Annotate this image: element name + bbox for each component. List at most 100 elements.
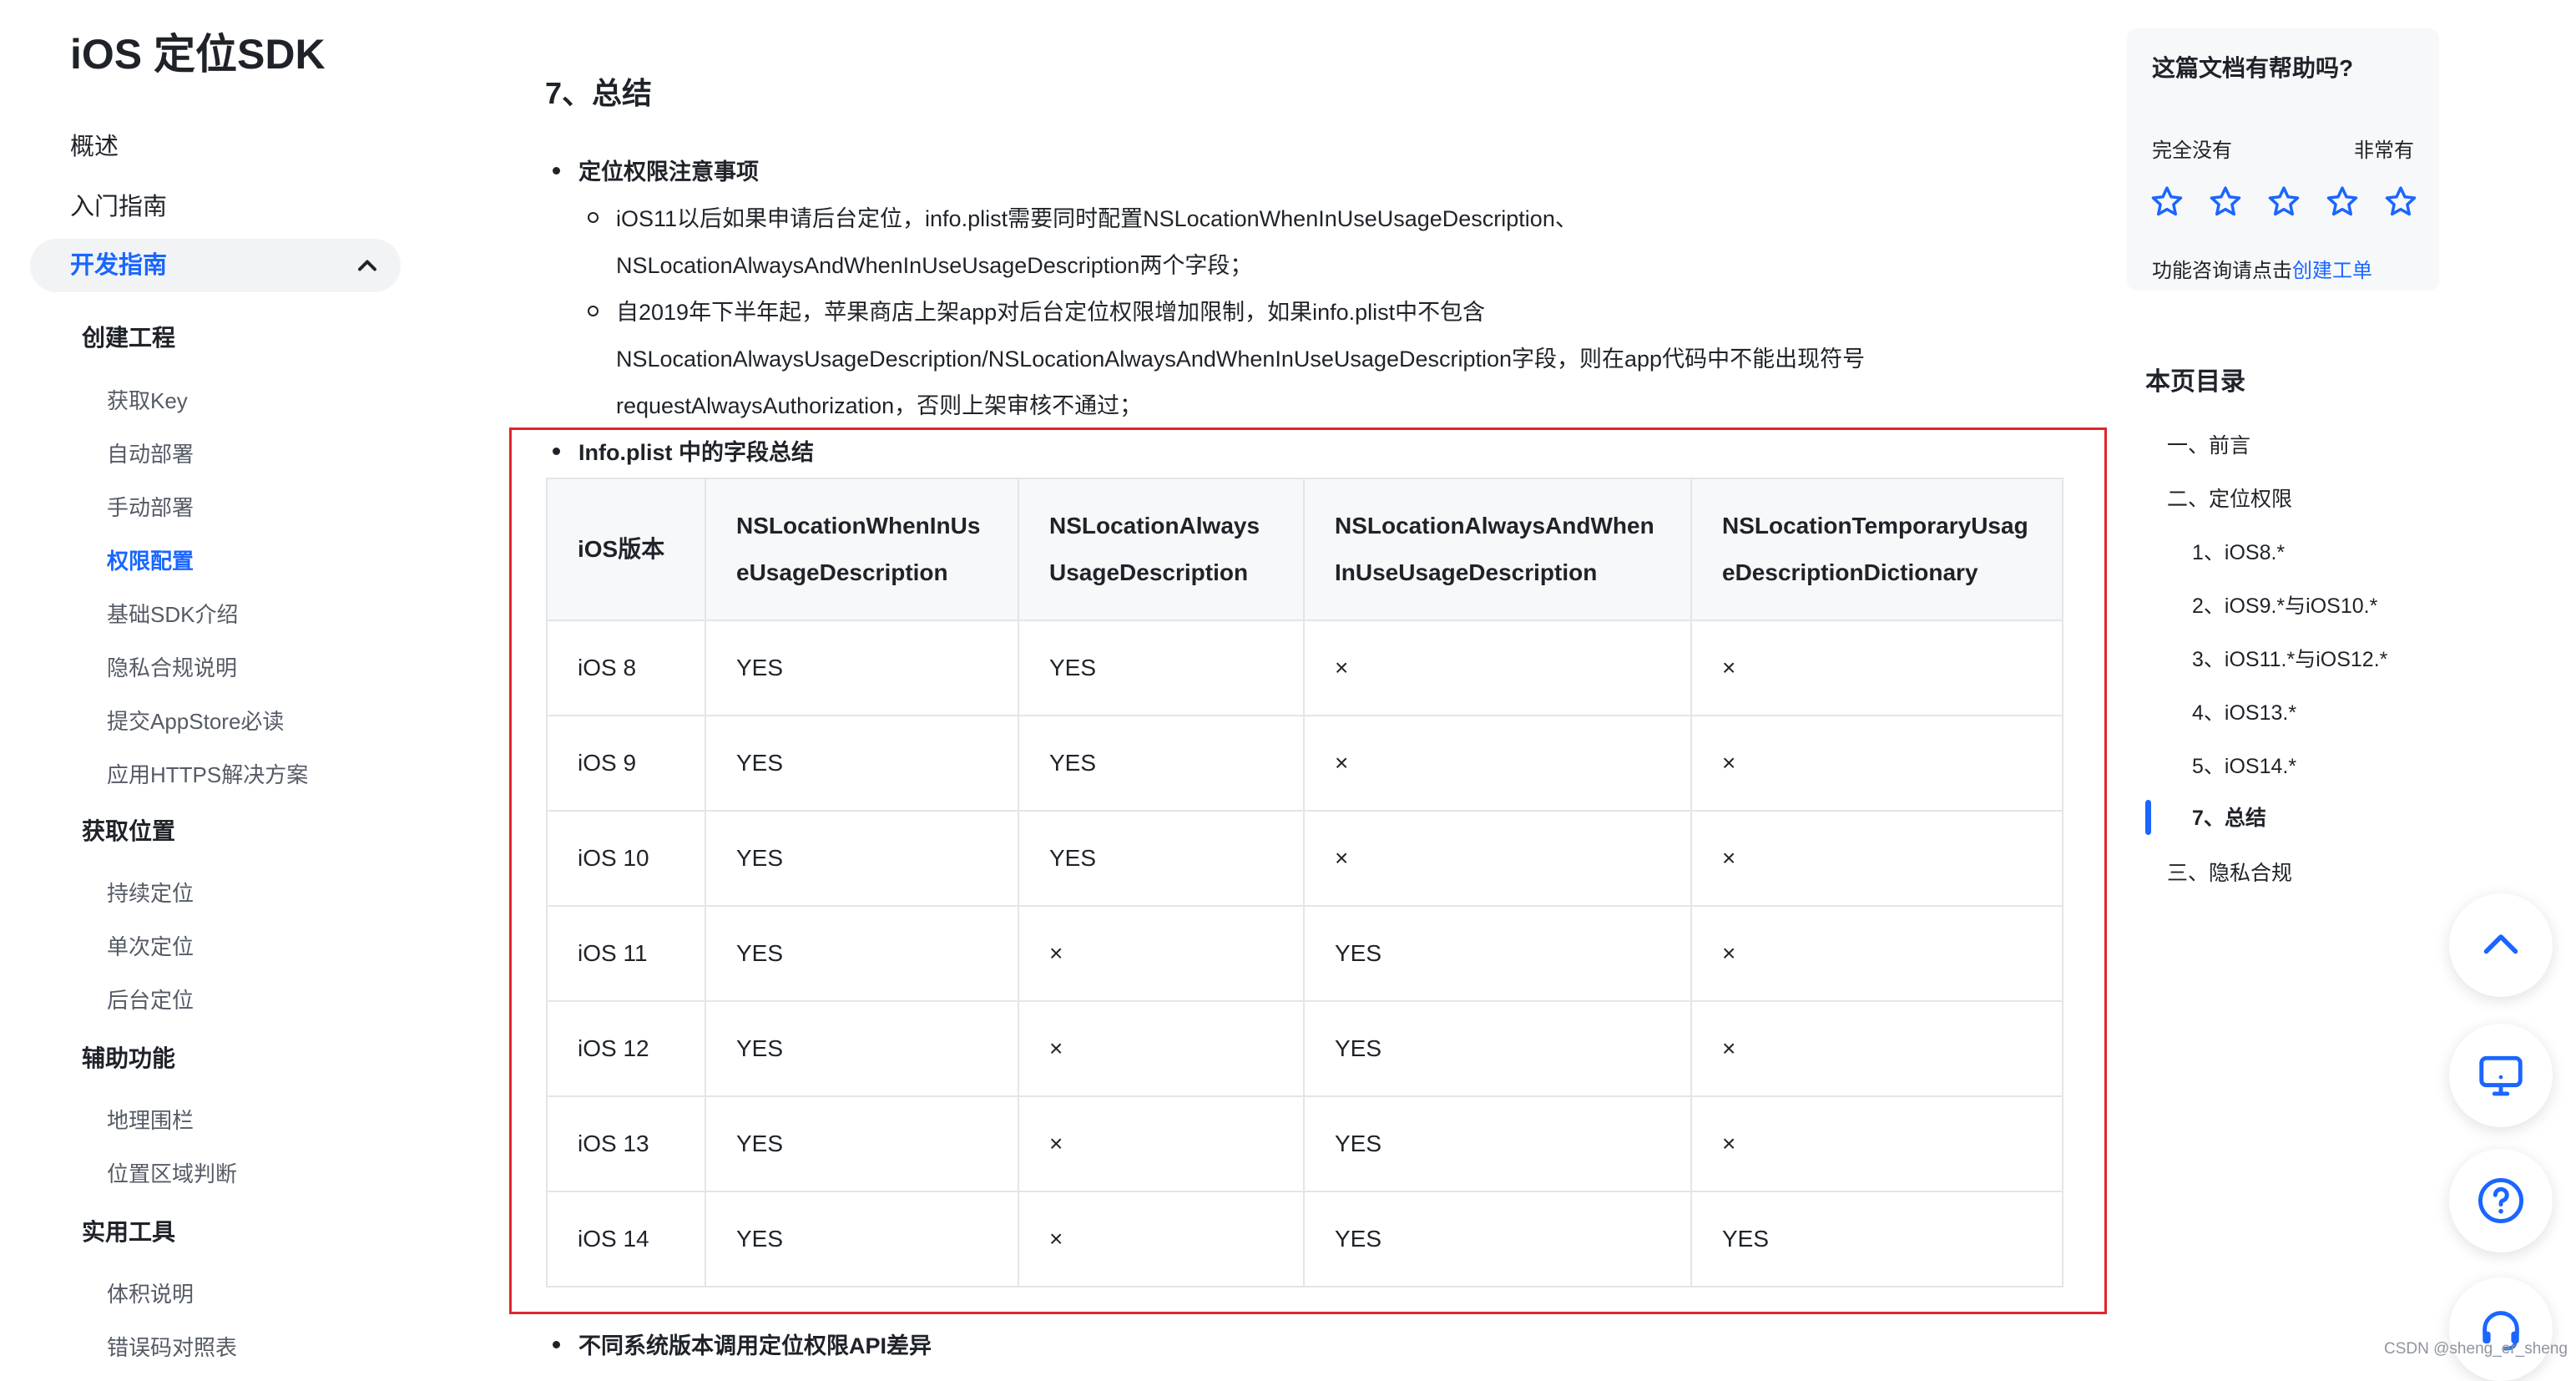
table-cell: YES [1018,620,1305,716]
note-line: NSLocationAlwaysUsageDescription/NSLocat… [616,347,1866,372]
sidebar-item-error-codes[interactable]: 错误码对照表 [107,1331,237,1364]
toc-item-ios13[interactable]: 4、iOS13.* [2192,698,2296,728]
toc-item-ios8[interactable]: 1、iOS8.* [2192,538,2285,568]
table-cell: YES [705,905,1019,1002]
sidebar-item-single-location[interactable]: 单次定位 [107,930,194,964]
sidebar-item-manual-deploy[interactable]: 手动部署 [107,491,194,524]
table-cell: iOS 11 [546,905,706,1002]
star-rating [2149,184,2419,220]
star-outline-icon[interactable] [2207,184,2244,220]
table-cell: × [1018,1000,1305,1097]
table-header-cell: NSLocationTemporaryUsageDescriptionDicti… [1690,478,2063,621]
sidebar-item-dev-guide-label: 开发指南 [70,252,168,279]
chevron-up-icon[interactable] [352,250,382,281]
back-to-top-button[interactable] [2449,893,2553,997]
sidebar-item-appstore-notes[interactable]: 提交AppStore必读 [107,705,284,738]
rating-high-label: 非常有 [2354,139,2414,162]
toc-item-ios14[interactable]: 5、iOS14.* [2192,751,2296,782]
note-line: NSLocationAlwaysAndWhenInUseUsageDescrip… [616,253,1253,278]
bullet-permission-notes: 定位权限注意事项 [553,155,759,189]
toc-item-ios9-10[interactable]: 2、iOS9.*与iOS10.* [2192,591,2377,621]
sidebar-item-continuous-location[interactable]: 持续定位 [107,877,194,910]
table-header-cell: NSLocationAlwaysUsageDescription [1018,478,1305,621]
table-cell: YES [1018,715,1305,812]
table-cell: YES [705,1095,1019,1192]
table-row: iOS 12 YES × YES × [546,1000,2063,1097]
table-cell: iOS 14 [546,1191,706,1287]
sidebar-item-background-location[interactable]: 后台定位 [107,984,194,1017]
table-cell: iOS 10 [546,810,706,907]
bullet-api-diff: 不同系统版本调用定位权限API差异 [553,1329,932,1363]
sidebar-item-privacy-compliance[interactable]: 隐私合规说明 [107,651,237,685]
table-cell: YES [705,620,1019,716]
toc-item-preface[interactable]: 一、前言 [2167,431,2250,461]
table-cell: YES [705,1000,1019,1097]
sidebar-item-https-solution[interactable]: 应用HTTPS解决方案 [107,758,308,792]
support-button[interactable] [2449,1277,2553,1381]
toc-item-summary[interactable]: 7、总结 [2192,803,2266,833]
table-cell: × [1690,810,2063,907]
table-header-row: iOS版本 NSLocationWhenInUseUsageDescriptio… [546,478,2063,621]
sidebar-item-permission-config[interactable]: 权限配置 [107,544,194,578]
toc-title: 本页目录 [2145,368,2245,396]
table-cell: × [1690,715,2063,812]
sidebar-item-getting-started[interactable]: 入门指南 [70,190,167,224]
sidebar-item-region-check[interactable]: 位置区域判断 [107,1157,237,1191]
table-header-cell: NSLocationWhenInUseUsageDescription [705,478,1019,621]
toc-item-location-permission[interactable]: 二、定位权限 [2167,484,2292,514]
sidebar-group-create-project[interactable]: 创建工程 [82,321,175,355]
sidebar-item-dev-guide[interactable]: 开发指南 [30,239,401,292]
toc-active-indicator [2145,800,2151,835]
help-button[interactable] [2449,1149,2553,1252]
help-circle-icon [2478,1178,2523,1223]
note-line: 自2019年下半年起，苹果商店上架app对后台定位权限增加限制，如果info.p… [616,300,1486,325]
monitor-icon [2479,1055,2523,1096]
bullet-dot [553,167,560,175]
screen-button[interactable] [2449,1024,2553,1127]
table-row: iOS 13 YES × YES × [546,1095,2063,1192]
sidebar-group-aux-features[interactable]: 辅助功能 [82,1042,175,1075]
table-cell: × [1690,1000,2063,1097]
sidebar-item-auto-deploy[interactable]: 自动部署 [107,438,194,471]
table-cell: × [1690,1095,2063,1192]
star-outline-icon[interactable] [2149,184,2185,220]
table-cell: × [1018,905,1305,1002]
toc-item-ios11-12[interactable]: 3、iOS11.*与iOS12.* [2192,645,2387,675]
table-row: iOS 8 YES YES × × [546,620,2063,716]
bullet-plist-summary: Info.plist 中的字段总结 [553,436,814,469]
star-outline-icon[interactable] [2382,184,2419,220]
sidebar-item-get-key[interactable]: 获取Key [107,384,188,417]
sidebar-group-get-location[interactable]: 获取位置 [82,815,175,848]
star-outline-icon[interactable] [2265,184,2302,220]
feedback-footer: 功能咨询请点击创建工单 [2152,257,2372,286]
sub-bullet-circle [588,212,599,223]
table-cell: iOS 8 [546,620,706,716]
sidebar-item-size-info[interactable]: 体积说明 [107,1277,194,1311]
table-cell: YES [1303,1095,1692,1192]
sidebar-item-overview[interactable]: 概述 [70,130,119,164]
toc-item-privacy[interactable]: 三、隐私合规 [2167,858,2292,888]
table-header-cell: NSLocationAlwaysAndWhenInUseUsageDescrip… [1303,478,1692,621]
feedback-card: 这篇文档有帮助吗? 完全没有 非常有 功能咨询请点击创建工单 [2127,28,2439,291]
feedback-footer-text: 功能咨询请点击 [2152,260,2292,282]
table-cell: × [1018,1095,1305,1192]
sub-bullet-circle [588,306,599,316]
table-cell: YES [1303,1191,1692,1287]
table-cell: YES [705,1191,1019,1287]
section-heading: 7、总结 [545,76,653,110]
sidebar: iOS 定位SDK 概述 入门指南 开发指南 创建工程 获取Key 自动部署 手… [0,0,417,1368]
plist-fields-table: iOS版本 NSLocationWhenInUseUsageDescriptio… [546,478,2063,1287]
chevron-up-icon [2483,934,2518,954]
table-cell: × [1690,620,2063,716]
sidebar-title: iOS 定位SDK [70,31,326,78]
sidebar-group-utilities[interactable]: 实用工具 [82,1216,175,1249]
table-cell: iOS 12 [546,1000,706,1097]
sidebar-item-basic-sdk[interactable]: 基础SDK介绍 [107,598,238,631]
table-row: iOS 14 YES × YES YES [546,1191,2063,1287]
table-cell: × [1018,1191,1305,1287]
star-outline-icon[interactable] [2324,184,2361,220]
create-ticket-link[interactable]: 创建工单 [2292,260,2372,282]
note-line: requestAlwaysAuthorization，否则上架审核不通过； [616,393,1143,418]
sidebar-item-geofence[interactable]: 地理围栏 [107,1104,194,1137]
table-cell: YES [1303,1000,1692,1097]
